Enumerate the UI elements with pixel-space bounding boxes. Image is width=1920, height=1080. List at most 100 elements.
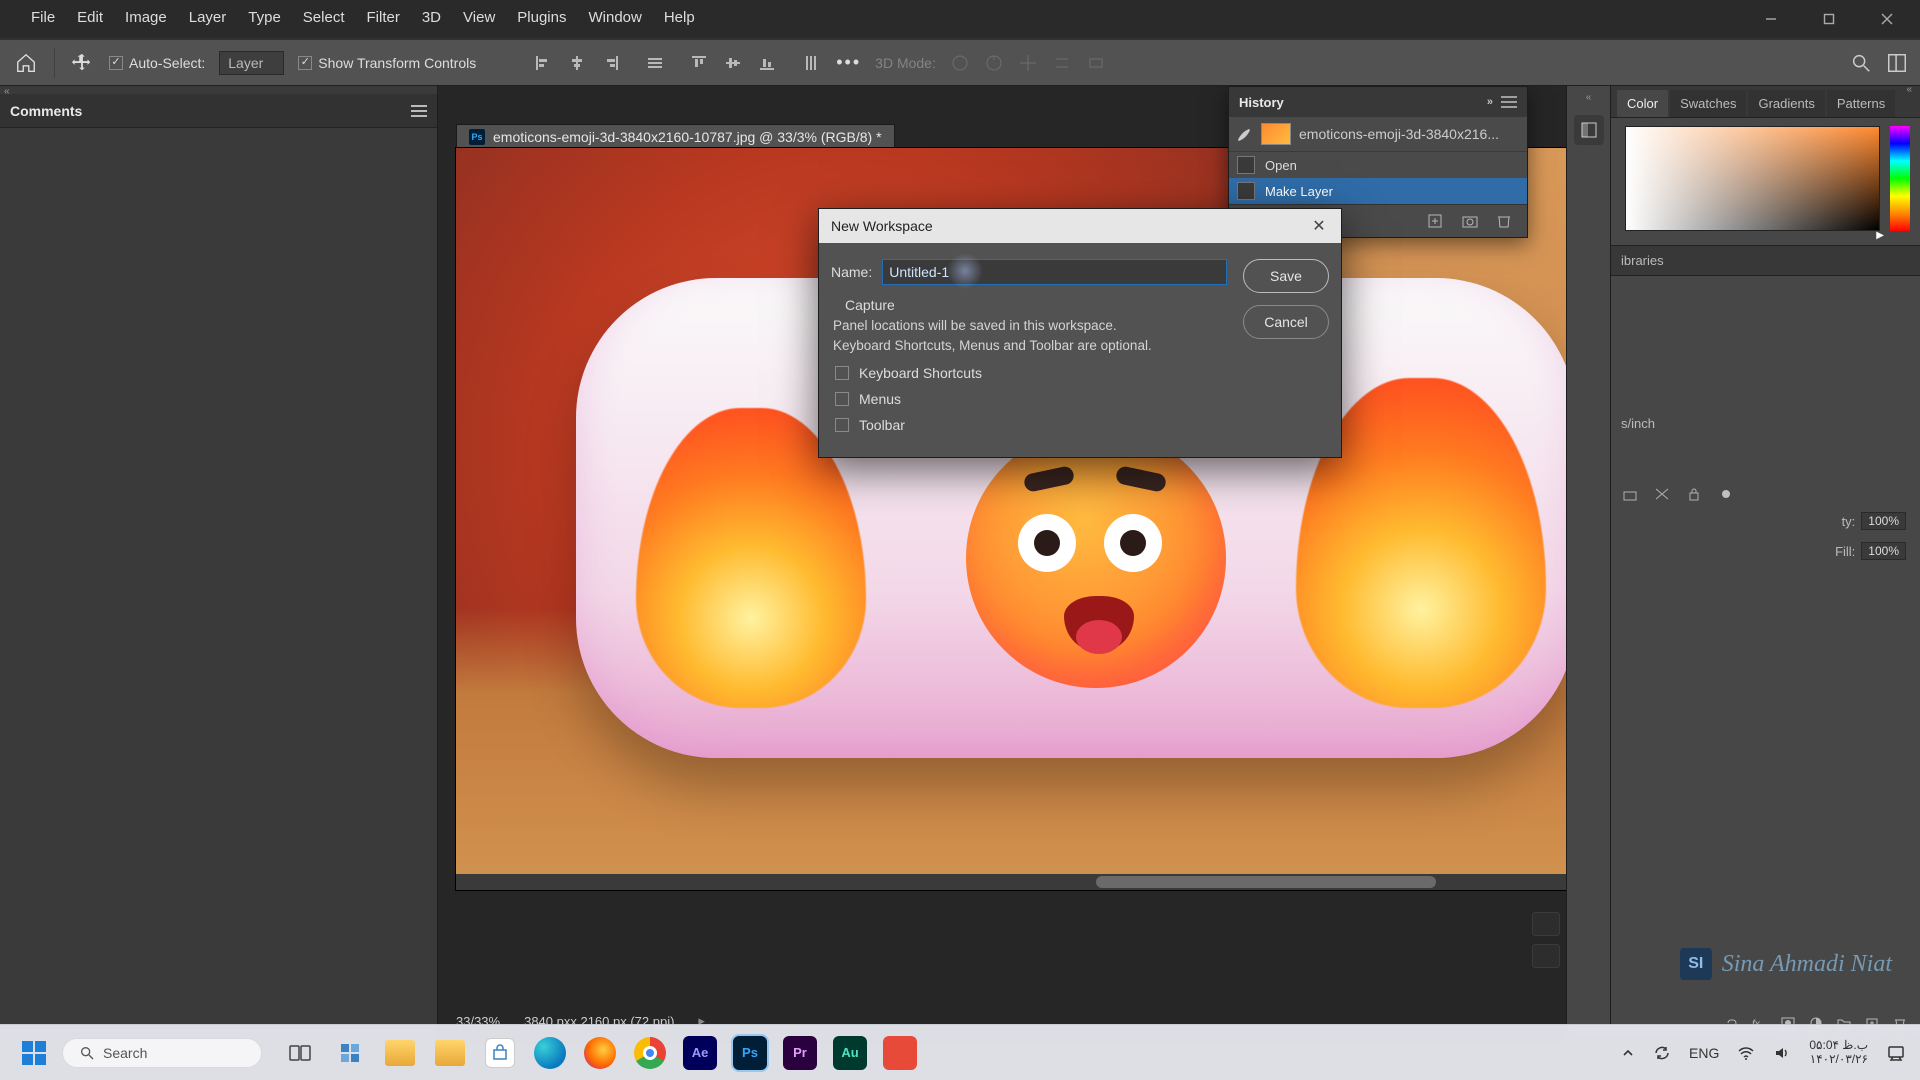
history-step-make-layer[interactable]: Make Layer bbox=[1229, 178, 1527, 204]
auto-select-target-dropdown[interactable]: Layer bbox=[219, 51, 284, 75]
panel-icon[interactable] bbox=[1574, 115, 1604, 145]
keyboard-shortcuts-checkbox[interactable]: Keyboard Shortcuts bbox=[835, 365, 1227, 381]
collapse-handle-icon[interactable]: « bbox=[1586, 92, 1592, 103]
lock-position-icon[interactable] bbox=[1621, 486, 1641, 502]
workspace-name-input[interactable] bbox=[882, 259, 1227, 285]
edge-icon[interactable] bbox=[528, 1031, 572, 1075]
menu-filter[interactable]: Filter bbox=[356, 3, 411, 32]
color-field[interactable] bbox=[1625, 126, 1880, 231]
workspace-switcher-icon[interactable] bbox=[1886, 52, 1908, 74]
firefox-icon[interactable] bbox=[578, 1031, 622, 1075]
distribute-v-icon[interactable] bbox=[800, 52, 822, 74]
minimize-button[interactable] bbox=[1742, 0, 1800, 38]
menu-type[interactable]: Type bbox=[237, 3, 292, 32]
home-button[interactable] bbox=[12, 49, 40, 77]
tray-chevron-icon[interactable] bbox=[1621, 1046, 1635, 1060]
tray-sync-icon[interactable] bbox=[1653, 1044, 1671, 1062]
notifications-icon[interactable] bbox=[1886, 1043, 1906, 1063]
history-step-open[interactable]: Open bbox=[1229, 152, 1527, 178]
menu-edit[interactable]: Edit bbox=[66, 3, 114, 32]
libraries-panel-header[interactable]: ibraries bbox=[1611, 246, 1920, 276]
dialog-close-button[interactable]: ✕ bbox=[1309, 216, 1329, 236]
collapse-handle-icon[interactable]: « bbox=[4, 86, 10, 97]
ps-file-icon: Ps bbox=[469, 129, 485, 145]
fill-row[interactable]: Fill:100% bbox=[1835, 542, 1906, 560]
snapshot-camera-icon[interactable] bbox=[1461, 213, 1479, 229]
explorer-icon-2[interactable] bbox=[428, 1031, 472, 1075]
panel-menu-icon[interactable] bbox=[411, 105, 427, 117]
align-top-icon[interactable] bbox=[688, 52, 710, 74]
save-button[interactable]: Save bbox=[1243, 259, 1329, 293]
menu-file[interactable]: File bbox=[20, 3, 66, 32]
menu-layer[interactable]: Layer bbox=[178, 3, 238, 32]
history-menu-icon[interactable] bbox=[1501, 96, 1517, 108]
menu-select[interactable]: Select bbox=[292, 3, 356, 32]
menu-3d[interactable]: 3D bbox=[411, 3, 452, 32]
toolbar-checkbox[interactable]: Toolbar bbox=[835, 417, 1227, 433]
tab-color[interactable]: Color bbox=[1617, 90, 1668, 117]
align-left-icon[interactable] bbox=[532, 52, 554, 74]
align-middle-icon[interactable] bbox=[722, 52, 744, 74]
tab-patterns[interactable]: Patterns bbox=[1827, 90, 1895, 117]
taskbar-search[interactable]: Search bbox=[62, 1038, 262, 1068]
taskbar-clock[interactable]: ب.ظ 0۵:0۴ ١۴٠٢/٠٣/٢۶ bbox=[1809, 1039, 1868, 1067]
lock-pixels-icon[interactable] bbox=[1653, 486, 1673, 502]
menus-checkbox[interactable]: Menus bbox=[835, 391, 1227, 407]
lock-dot-icon[interactable] bbox=[1717, 486, 1737, 502]
search-icon[interactable] bbox=[1850, 52, 1872, 74]
align-bottom-icon[interactable] bbox=[756, 52, 778, 74]
collapsed-panel-icon[interactable] bbox=[1532, 944, 1560, 968]
widgets-icon[interactable] bbox=[328, 1031, 372, 1075]
move-tool-icon[interactable] bbox=[69, 50, 95, 76]
task-view-icon[interactable] bbox=[278, 1031, 322, 1075]
menu-plugins[interactable]: Plugins bbox=[506, 3, 577, 32]
menu-window[interactable]: Window bbox=[577, 3, 652, 32]
app-icon-red[interactable] bbox=[878, 1031, 922, 1075]
panel-collapse-icon[interactable]: » bbox=[1487, 96, 1493, 108]
menu-image[interactable]: Image bbox=[114, 3, 178, 32]
after-effects-icon[interactable]: Ae bbox=[678, 1031, 722, 1075]
3d-zoom-icon bbox=[1086, 53, 1106, 73]
color-picker-panel[interactable]: ▶ bbox=[1611, 118, 1920, 246]
collapsed-panel-icon[interactable] bbox=[1532, 912, 1560, 936]
premiere-icon[interactable]: Pr bbox=[778, 1031, 822, 1075]
wifi-icon[interactable] bbox=[1737, 1044, 1755, 1062]
comments-title: Comments bbox=[10, 103, 82, 119]
show-transform-checkbox[interactable]: Show Transform Controls bbox=[298, 55, 476, 71]
lock-all-icon[interactable] bbox=[1685, 486, 1705, 502]
align-right-icon[interactable] bbox=[600, 52, 622, 74]
dialog-titlebar[interactable]: New Workspace ✕ bbox=[819, 209, 1341, 243]
slider-arrow-icon[interactable]: ▶ bbox=[1876, 230, 1884, 241]
3d-orbit-icon bbox=[950, 53, 970, 73]
horizontal-scrollbar[interactable] bbox=[456, 874, 1566, 890]
language-indicator[interactable]: ENG bbox=[1689, 1045, 1719, 1061]
document-tab-title: emoticons-emoji-3d-3840x2160-10787.jpg @… bbox=[493, 129, 882, 145]
tab-gradients[interactable]: Gradients bbox=[1748, 90, 1824, 117]
distribute-h-icon[interactable] bbox=[644, 52, 666, 74]
auto-select-checkbox[interactable]: Auto-Select: bbox=[109, 55, 205, 71]
tab-swatches[interactable]: Swatches bbox=[1670, 90, 1746, 117]
delete-icon[interactable] bbox=[1495, 213, 1513, 229]
3d-mode-label: 3D Mode: bbox=[875, 55, 936, 71]
create-document-icon[interactable] bbox=[1427, 213, 1445, 229]
history-snapshot-row[interactable]: emoticons-emoji-3d-3840x216... bbox=[1229, 117, 1527, 152]
cancel-button[interactable]: Cancel bbox=[1243, 305, 1329, 339]
dialog-title: New Workspace bbox=[831, 218, 933, 234]
menu-help[interactable]: Help bbox=[653, 3, 706, 32]
document-tab[interactable]: Ps emoticons-emoji-3d-3840x2160-10787.jp… bbox=[456, 124, 895, 150]
explorer-icon[interactable] bbox=[378, 1031, 422, 1075]
chrome-icon[interactable] bbox=[628, 1031, 672, 1075]
align-center-h-icon[interactable] bbox=[566, 52, 588, 74]
store-icon[interactable] bbox=[478, 1031, 522, 1075]
volume-icon[interactable] bbox=[1773, 1044, 1791, 1062]
start-button[interactable] bbox=[14, 1033, 54, 1073]
close-button[interactable] bbox=[1858, 0, 1916, 38]
opacity-row[interactable]: ty:100% bbox=[1842, 512, 1906, 530]
menu-view[interactable]: View bbox=[452, 3, 506, 32]
collapse-handle-icon[interactable]: « bbox=[1906, 84, 1912, 95]
audition-icon[interactable]: Au bbox=[828, 1031, 872, 1075]
photoshop-icon[interactable]: Ps bbox=[728, 1031, 772, 1075]
hue-slider[interactable] bbox=[1890, 126, 1910, 231]
maximize-button[interactable] bbox=[1800, 0, 1858, 38]
more-options-icon[interactable]: ••• bbox=[836, 52, 861, 73]
